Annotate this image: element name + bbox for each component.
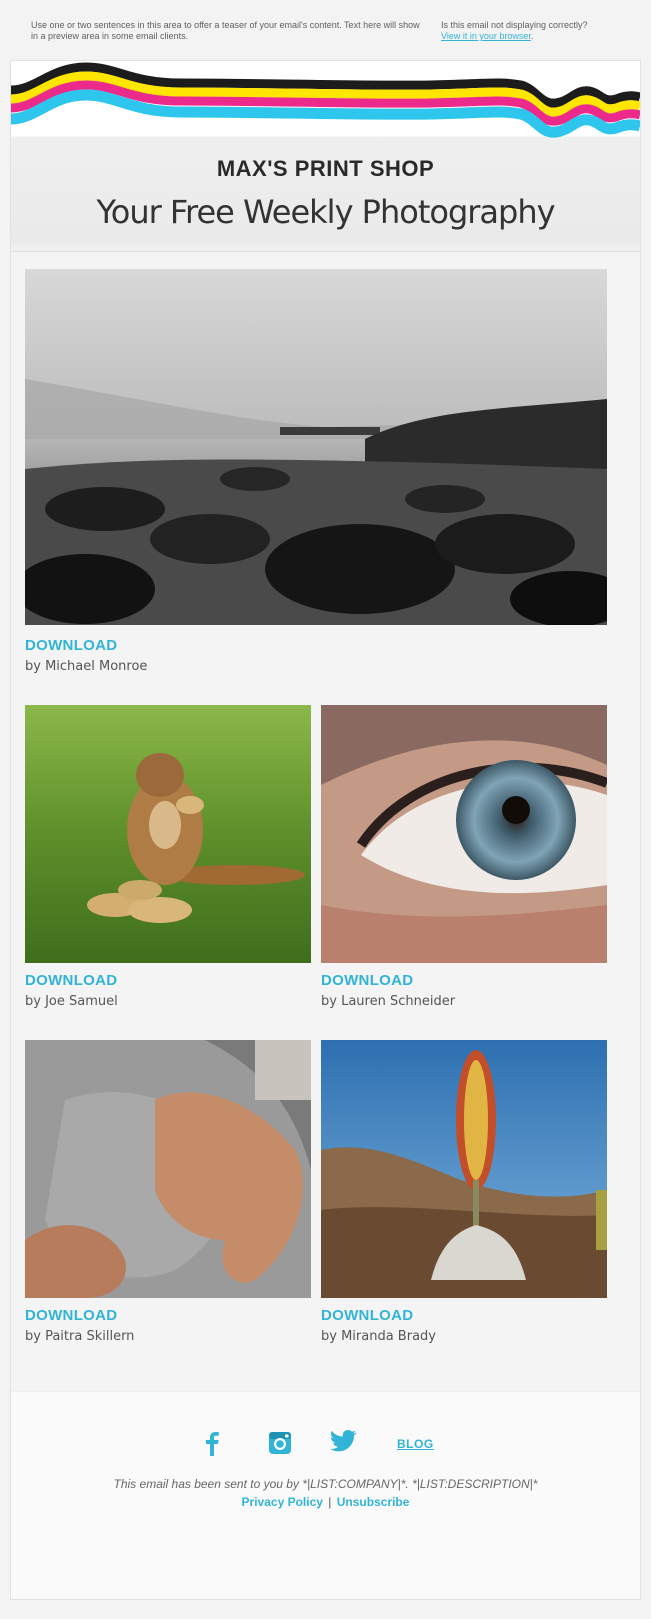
facebook-glyph — [206, 1432, 219, 1456]
browser-link-suffix: . — [530, 31, 534, 41]
privacy-policy-link[interactable]: Privacy Policy — [242, 1495, 323, 1509]
photo-chipmunk[interactable] — [25, 705, 311, 963]
email-footer: BLOG This email has been sent to you by … — [11, 1391, 640, 1599]
instagram-icon[interactable] — [267, 1430, 293, 1456]
twitter-glyph — [330, 1430, 357, 1452]
sent-note: This email has been sent to you by *|LIS… — [113, 1477, 538, 1491]
download-link[interactable]: DOWNLOAD — [321, 1307, 413, 1324]
preheader: Use one or two sentences in this area to… — [0, 0, 651, 60]
facebook-icon[interactable] — [204, 1430, 220, 1456]
email-header: MAX'S PRINT SHOP Your Free Weekly Photog… — [11, 61, 640, 252]
photo-silversword-image — [321, 1040, 607, 1298]
photo-credit: by Joe Samuel — [25, 994, 118, 1009]
browser-prompt: Is this email not displaying correctly? — [441, 20, 588, 30]
unsubscribe-link[interactable]: Unsubscribe — [337, 1495, 410, 1509]
preheader-browser: Is this email not displaying correctly? … — [441, 20, 631, 42]
download-link[interactable]: DOWNLOAD — [25, 972, 117, 989]
instagram-glyph — [269, 1432, 291, 1454]
twitter-icon[interactable] — [330, 1430, 357, 1456]
photo-credit: by Michael Monroe — [25, 659, 148, 674]
download-link[interactable]: DOWNLOAD — [25, 637, 117, 654]
legal-links: Privacy Policy | Unsubscribe — [11, 1495, 640, 1509]
photo-credit: by Paitra Skillern — [25, 1329, 135, 1344]
preheader-teaser: Use one or two sentences in this area to… — [31, 20, 420, 41]
photo-eye[interactable] — [321, 705, 607, 963]
page-title: Your Free Weekly Photography — [96, 193, 555, 231]
view-in-browser-link[interactable]: View it in your browser — [441, 31, 531, 41]
photo-hand[interactable] — [25, 1040, 311, 1298]
download-link[interactable]: DOWNLOAD — [321, 972, 413, 989]
brand-name: MAX'S PRINT SHOP — [216, 156, 435, 181]
photo-credit: by Miranda Brady — [321, 1329, 436, 1344]
browser-link-line: View it in your browser. — [441, 31, 631, 42]
photo-silversword[interactable] — [321, 1040, 607, 1298]
photo-credit: by Lauren Schneider — [321, 994, 456, 1009]
photo-hand-image — [25, 1040, 311, 1298]
photo-chipmunk-image — [25, 705, 311, 963]
blog-link[interactable]: BLOG — [397, 1437, 434, 1451]
download-link[interactable]: DOWNLOAD — [25, 1307, 117, 1324]
photo-seashore[interactable] — [25, 269, 607, 625]
photo-seashore-image — [25, 269, 607, 625]
cmyk-ribbon-banner — [11, 62, 640, 138]
legal-separator: | — [328, 1495, 332, 1509]
photo-eye-image — [321, 705, 607, 963]
email-container: MAX'S PRINT SHOP Your Free Weekly Photog… — [10, 60, 641, 1600]
